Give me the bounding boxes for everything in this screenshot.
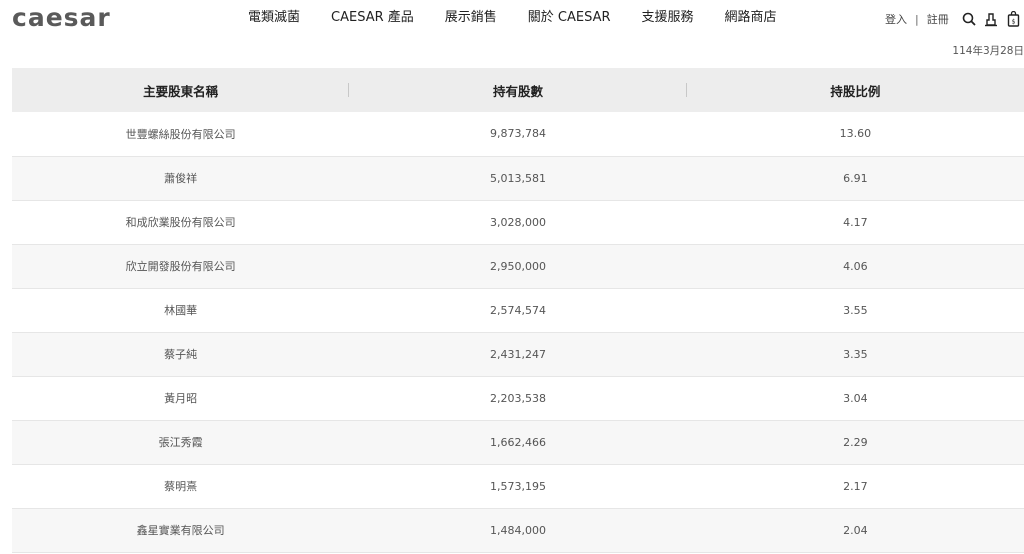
table-row: 黃月昭 2,203,538 3.04 [12,376,1024,420]
table-row: 林國華 2,574,574 3.55 [12,288,1024,332]
table-row: 欣立開發股份有限公司 2,950,000 4.06 [12,244,1024,288]
col-header-shares-label: 持有股數 [492,83,543,99]
cell-ratio: 3.35 [843,347,868,361]
cell-shares: 1,662,466 [490,435,546,449]
shareholder-table: 主要股東名稱 持有股數 持股比例 世豐螺絲股份有限公司 9,873,784 13… [12,68,1024,553]
site-header: caesar 電類滅菌 CAESAR 產品 展示銷售 關於 CAESAR 支援服… [0,0,1024,38]
auth-separator: | [915,12,919,26]
cell-ratio: 6.91 [843,171,868,185]
cell-ratio: 4.17 [843,215,868,229]
cell-shares: 2,203,538 [490,391,546,405]
col-header-ratio-label: 持股比例 [830,83,881,99]
nav-item-support[interactable]: 支援服務 [642,9,694,27]
nav-item-about[interactable]: 關於 CAESAR [528,9,611,27]
cell-ratio: 2.17 [843,479,868,493]
col-header-name: 主要股東名稱 [12,68,350,112]
cell-ratio: 3.04 [843,391,868,405]
cell-shares: 2,431,247 [490,347,546,361]
svg-text:$: $ [1011,19,1015,26]
col-header-shares: 持有股數 [349,68,687,112]
nav-item-showrooms[interactable]: 展示銷售 [445,9,497,27]
cell-ratio: 2.04 [843,523,868,537]
header-icons: $ [960,10,1024,28]
cell-ratio: 13.60 [839,127,872,141]
nav-item-products[interactable]: CAESAR 產品 [331,9,414,27]
cell-name: 鑫星實業有限公司 [136,524,225,537]
cell-ratio: 3.55 [843,303,868,317]
cell-shares: 5,013,581 [490,171,546,185]
table-row: 蕭俊祥 5,013,581 6.91 [12,156,1024,200]
table-row: 張江秀霞 1,662,466 2.29 [12,420,1024,464]
cell-name: 欣立開發股份有限公司 [125,260,236,273]
cell-name: 張江秀霞 [158,436,203,449]
cell-name: 世豐螺絲股份有限公司 [125,127,236,141]
nav-item-sterilization[interactable]: 電類滅菌 [248,9,300,27]
table-row: 世豐螺絲股份有限公司 9,873,784 13.60 [12,112,1024,156]
report-date: 114年3月28日 [952,45,1024,57]
cell-shares: 2,950,000 [490,259,546,273]
table-header-row: 主要股東名稱 持有股數 持股比例 [12,68,1024,112]
register-link[interactable]: 註冊 [927,11,949,27]
login-link[interactable]: 登入 [885,11,907,27]
main-nav: 電類滅菌 CAESAR 產品 展示銷售 關於 CAESAR 支援服務 網路商店 [248,9,808,27]
table-row: 蔡明熹 1,573,195 2.17 [12,464,1024,508]
col-header-ratio: 持股比例 [687,68,1024,112]
cell-name: 蕭俊祥 [164,172,198,185]
cell-name: 蔡明熹 [164,480,198,493]
cell-shares: 1,484,000 [490,523,546,537]
caesar-logo[interactable]: caesar [12,4,111,32]
cell-shares: 1,573,195 [490,479,546,493]
cell-ratio: 4.06 [843,259,868,273]
table-row: 鑫星實業有限公司 1,484,000 2.04 [12,508,1024,552]
search-icon[interactable] [960,10,978,28]
table-row: 蔡子純 2,431,247 3.35 [12,332,1024,376]
auth-links: 登入 | 註冊 [885,11,949,27]
cell-name: 黃月昭 [164,392,198,405]
cell-shares: 3,028,000 [490,215,546,229]
cell-shares: 2,574,574 [490,303,546,317]
table-row: 和成欣業股份有限公司 3,028,000 4.17 [12,200,1024,244]
nav-item-shop[interactable]: 網路商店 [725,9,777,27]
cell-name: 蔡子純 [164,348,198,361]
cell-ratio: 2.29 [843,435,868,449]
cell-name: 和成欣業股份有限公司 [125,216,236,229]
cell-shares: 9,873,784 [490,127,546,141]
user-icon[interactable] [982,10,1000,28]
cart-icon[interactable]: $ [1004,10,1022,28]
cell-name: 林國華 [164,304,198,317]
col-header-name-label: 主要股東名稱 [143,83,219,99]
